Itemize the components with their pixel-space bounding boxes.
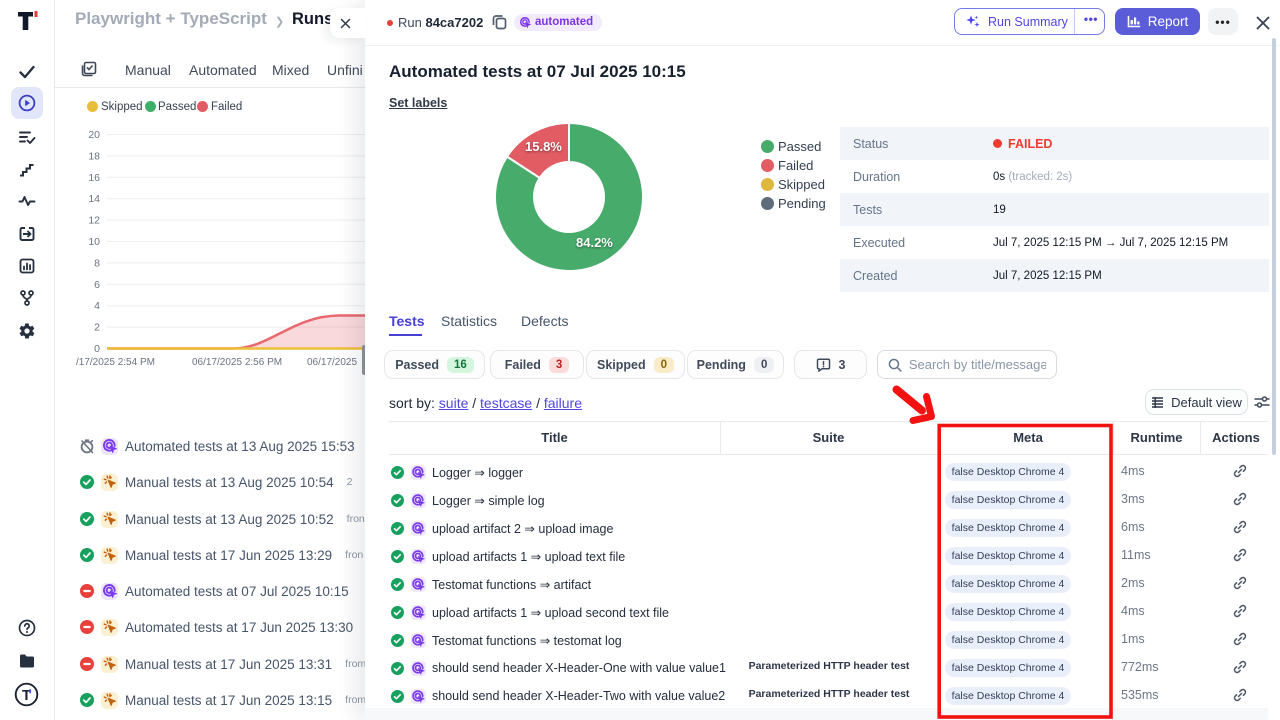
svg-text:8: 8 — [94, 257, 100, 269]
svg-text:16: 16 — [88, 172, 100, 184]
svg-text:20: 20 — [88, 129, 100, 141]
svg-text:6: 6 — [94, 279, 100, 291]
svg-text:15.8%: 15.8% — [525, 139, 562, 154]
svg-text:/17/2025 2:54 PM: /17/2025 2:54 PM — [76, 357, 155, 368]
svg-text:2: 2 — [94, 322, 100, 334]
svg-text:4: 4 — [94, 300, 100, 312]
svg-text:06/17/2025 2:56 PM: 06/17/2025 2:56 PM — [192, 357, 282, 368]
svg-text:10: 10 — [88, 236, 100, 248]
svg-text:12: 12 — [88, 215, 100, 227]
svg-text:84.2%: 84.2% — [576, 235, 613, 250]
svg-text:06/17/2025: 06/17/2025 — [307, 357, 357, 368]
svg-text:0: 0 — [94, 343, 100, 355]
svg-text:14: 14 — [88, 193, 100, 205]
svg-text:18: 18 — [88, 150, 100, 162]
